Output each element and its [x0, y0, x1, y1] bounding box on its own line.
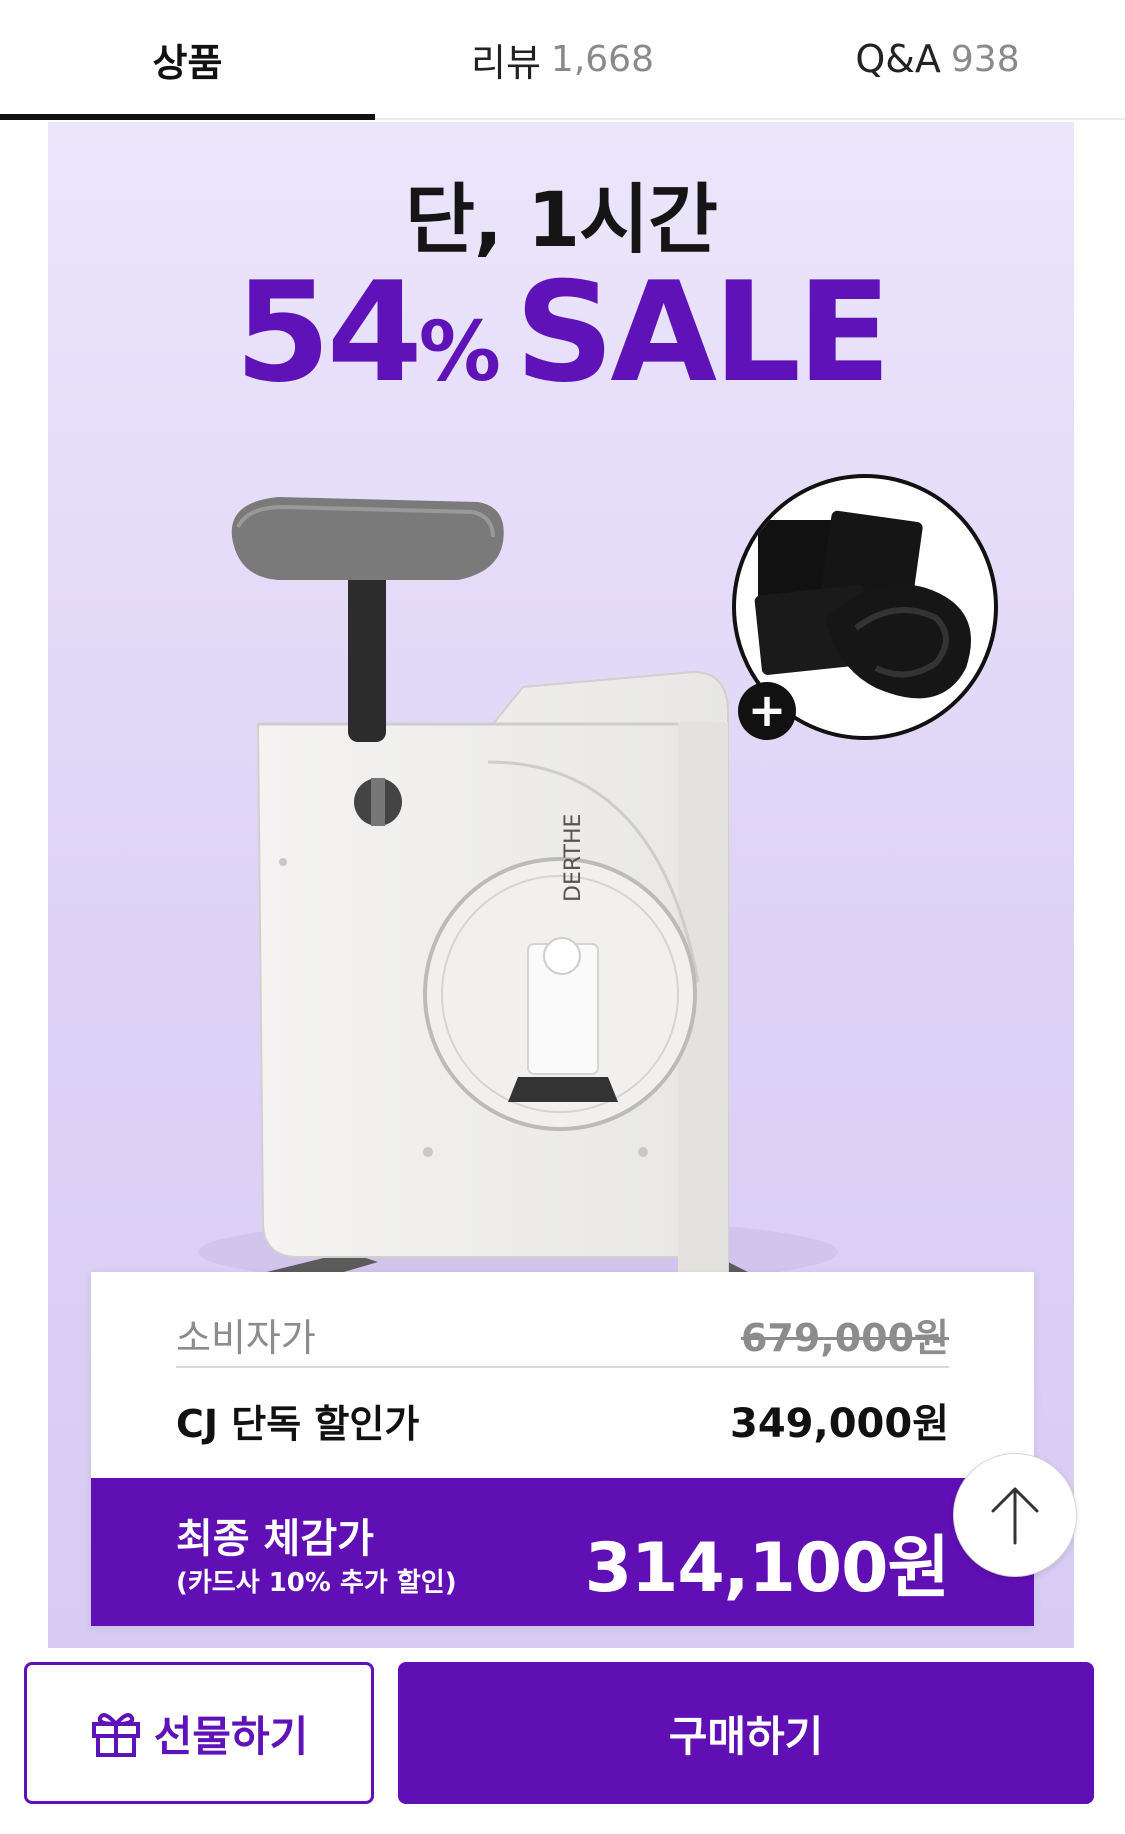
price-box: 소비자가 679,000원 CJ 단독 할인가 349,000원 최종 체감가 …: [91, 1272, 1034, 1626]
tab-product[interactable]: 상품: [0, 0, 375, 120]
sale-number: 54: [234, 252, 423, 413]
tab-review[interactable]: 리뷰 1,668: [375, 0, 750, 118]
consumer-price-label: 소비자가: [176, 1315, 316, 1360]
final-price-bar: 최종 체감가 (카드사 10% 추가 할인) 314,100원: [91, 1478, 1034, 1626]
plus-icon: +: [738, 682, 796, 740]
sale-headline: 54% SALE: [48, 252, 1074, 413]
cj-price-label: CJ 단독 할인가: [176, 1401, 420, 1446]
final-price-label: 최종 체감가: [176, 1516, 374, 1562]
tab-product-label: 상품: [152, 40, 223, 85]
final-price-subtext: (카드사 10% 추가 할인): [176, 1568, 457, 1598]
tab-review-count: 1,668: [550, 38, 654, 80]
scroll-top-button[interactable]: [953, 1453, 1077, 1577]
gift-button[interactable]: 선물하기: [24, 1662, 374, 1804]
product-tabs: 상품 리뷰 1,668 Q&A 938: [0, 0, 1125, 120]
final-price-value: 314,100원: [584, 1529, 950, 1608]
sale-percent: %: [418, 305, 501, 400]
sale-word: SALE: [514, 252, 891, 413]
cj-price-value: 349,000원: [730, 1401, 949, 1447]
gift-icon: [91, 1713, 140, 1757]
tab-qna-count: 938: [950, 38, 1020, 80]
buy-button[interactable]: 구매하기: [398, 1662, 1094, 1804]
consumer-price-value: 679,000원: [740, 1315, 949, 1360]
tab-qna-label: Q&A: [855, 37, 941, 81]
arrow-up-icon: [991, 1487, 1039, 1545]
gift-button-label: 선물하기: [153, 1711, 309, 1761]
cj-price-row: CJ 단독 할인가 349,000원: [176, 1390, 949, 1450]
bike-brand-text: DERTHE: [561, 814, 586, 902]
bottom-action-bar: 선물하기 구매하기: [0, 1648, 1125, 1834]
tab-review-label: 리뷰: [471, 40, 541, 85]
consumer-price-row: 소비자가 679,000원: [176, 1308, 949, 1368]
buy-button-label: 구매하기: [668, 1711, 824, 1761]
tab-qna[interactable]: Q&A 938: [750, 0, 1125, 118]
